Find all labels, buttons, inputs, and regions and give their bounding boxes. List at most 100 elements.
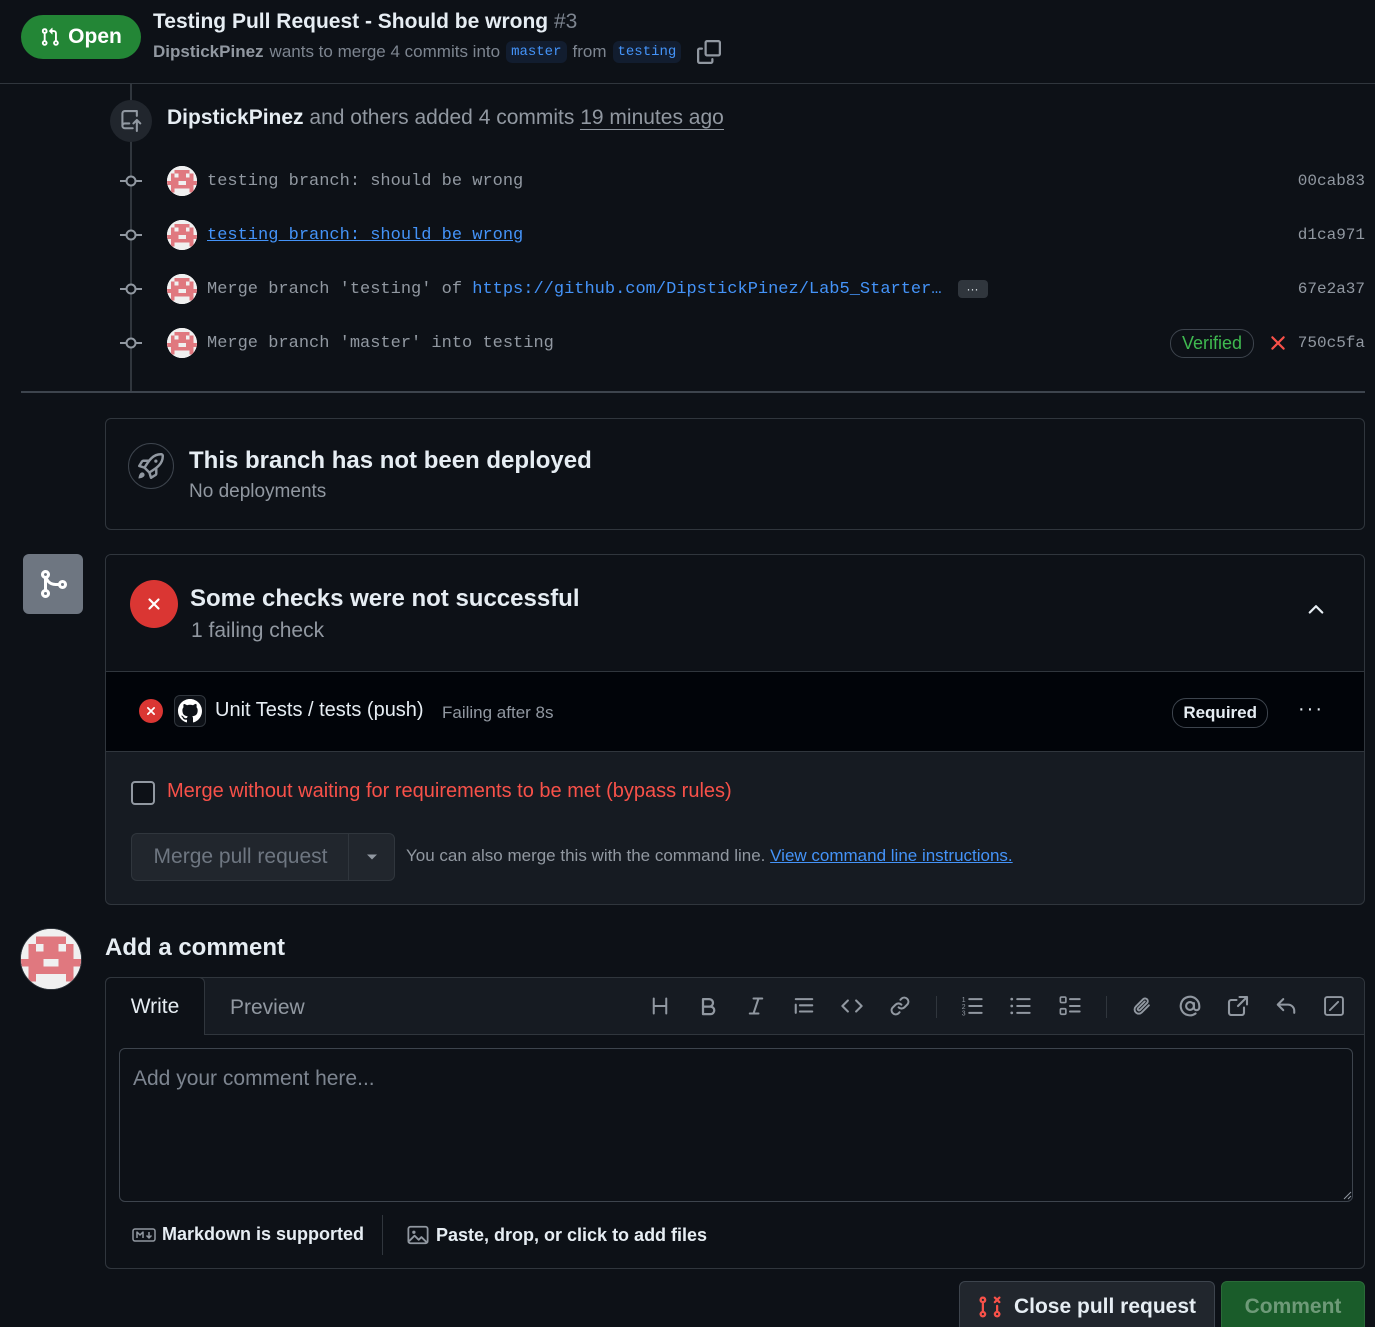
check-run-link[interactable]: Unit Tests / tests (push) bbox=[215, 699, 424, 722]
deploy-title: This branch has not been deployed bbox=[189, 447, 592, 474]
repo-push-icon bbox=[121, 110, 142, 132]
timeline-badge bbox=[110, 100, 152, 142]
command-line-note: You can also merge this with the command… bbox=[406, 846, 1013, 866]
commit-row: Merge branch 'master' into testing Verif… bbox=[115, 327, 1365, 359]
avatar[interactable] bbox=[167, 166, 197, 196]
merge-pull-request-button[interactable]: Merge pull request bbox=[131, 833, 349, 881]
files-note-label: Paste, drop, or click to add files bbox=[436, 1224, 708, 1245]
from-text: from bbox=[572, 42, 607, 61]
commit-message: Merge branch 'testing' of https://github… bbox=[207, 280, 942, 299]
tab-write[interactable]: Write bbox=[105, 977, 205, 1035]
quote-icon[interactable] bbox=[790, 992, 818, 1020]
bypass-rules-label[interactable]: Merge without waiting for requirements t… bbox=[167, 780, 732, 803]
git-commit-icon bbox=[115, 174, 147, 188]
kebab-horizontal-icon[interactable]: ··· bbox=[1298, 698, 1324, 721]
verified-badge[interactable]: Verified bbox=[1169, 328, 1254, 358]
svg-text:3: 3 bbox=[962, 1011, 966, 1017]
close-pull-request-button[interactable]: Close pull request bbox=[959, 1281, 1215, 1327]
fullscreen-icon[interactable] bbox=[1320, 992, 1348, 1020]
avatar[interactable] bbox=[167, 274, 197, 304]
commit-message-prefix[interactable]: Merge branch 'testing' of bbox=[207, 280, 462, 299]
link-icon[interactable] bbox=[886, 992, 914, 1020]
base-branch-link[interactable]: master bbox=[506, 41, 567, 63]
add-comment-heading: Add a comment bbox=[105, 934, 286, 961]
relative-time-link[interactable]: 19 minutes ago bbox=[580, 106, 724, 130]
commit-message[interactable]: testing branch: should be wrong bbox=[207, 172, 523, 191]
checks-summary[interactable]: Some checks were not successful 1 failin… bbox=[106, 555, 1364, 672]
reply-icon[interactable] bbox=[1272, 992, 1300, 1020]
pr-title: Testing Pull Request - Should be wrong #… bbox=[153, 10, 577, 34]
pr-subtitle: DipstickPinez wants to merge 4 commits i… bbox=[153, 40, 722, 64]
git-commit-icon bbox=[115, 228, 147, 242]
x-icon[interactable] bbox=[1269, 334, 1287, 352]
avatar[interactable] bbox=[167, 220, 197, 250]
check-run-status: Failing after 8s bbox=[442, 703, 554, 722]
chevron-up-icon[interactable] bbox=[1306, 600, 1326, 620]
image-icon bbox=[407, 1225, 429, 1245]
timeline-divider bbox=[21, 391, 1365, 393]
copy-icon[interactable] bbox=[697, 40, 722, 64]
deploy-subtitle: No deployments bbox=[189, 481, 327, 502]
markdown-note-label: Markdown is supported bbox=[162, 1224, 365, 1244]
rocket-icon bbox=[128, 443, 174, 489]
commit-sha-link[interactable]: 750c5fa bbox=[1298, 334, 1365, 352]
cli-text: You can also merge this with the command… bbox=[406, 846, 766, 865]
commit-message[interactable]: Merge branch 'master' into testing bbox=[207, 334, 554, 353]
paperclip-icon[interactable] bbox=[1128, 992, 1156, 1020]
commit-sha-link[interactable]: 00cab83 bbox=[1298, 172, 1365, 190]
required-badge: Required bbox=[1172, 698, 1268, 728]
editor-toolbar: Write Preview 123 bbox=[105, 977, 1364, 1035]
pr-title-text: Testing Pull Request - Should be wrong bbox=[153, 10, 549, 33]
commit-row: Merge branch 'testing' of https://github… bbox=[115, 273, 1365, 305]
pr-state-badge: Open bbox=[21, 15, 141, 59]
git-pull-request-icon bbox=[42, 27, 59, 46]
comment-button[interactable]: Comment bbox=[1221, 1281, 1365, 1327]
x-circle-icon bbox=[130, 580, 178, 628]
checks-title: Some checks were not successful bbox=[190, 585, 580, 612]
unordered-list-icon[interactable] bbox=[1006, 992, 1034, 1020]
heading-icon[interactable] bbox=[646, 992, 674, 1020]
mention-icon[interactable] bbox=[1176, 992, 1204, 1020]
commit-sha-link[interactable]: 67e2a37 bbox=[1298, 280, 1365, 298]
pr-author-link[interactable]: DipstickPinez bbox=[153, 42, 264, 62]
toolbar-divider bbox=[1106, 996, 1107, 1018]
triangle-down-icon bbox=[366, 854, 377, 860]
bold-icon[interactable] bbox=[694, 992, 722, 1020]
git-commit-icon bbox=[115, 336, 147, 350]
comment-form: Write Preview 123 Add your comment here.… bbox=[105, 977, 1365, 1269]
footer-divider bbox=[382, 1215, 383, 1255]
git-pull-request-closed-icon bbox=[979, 1296, 1001, 1318]
attach-files-button[interactable]: Paste, drop, or click to add files bbox=[406, 1224, 707, 1246]
comment-textarea[interactable] bbox=[119, 1048, 1353, 1202]
avatar[interactable] bbox=[167, 328, 197, 358]
commit-sha-link[interactable]: d1ca971 bbox=[1298, 226, 1365, 244]
cross-reference-icon[interactable] bbox=[1224, 992, 1252, 1020]
check-run-row: Unit Tests / tests (push) Failing after … bbox=[106, 672, 1364, 752]
markdown-note[interactable]: Markdown is supported bbox=[132, 1224, 364, 1245]
markdown-icon bbox=[132, 1227, 156, 1242]
github-icon bbox=[174, 695, 206, 727]
commit-action-text: and others added 4 commits bbox=[309, 106, 575, 129]
merge-panel: Some checks were not successful 1 failin… bbox=[105, 554, 1365, 905]
toolbar-divider bbox=[936, 996, 937, 1018]
tab-preview[interactable]: Preview bbox=[230, 996, 305, 1020]
expand-message-button[interactable]: ··· bbox=[957, 280, 988, 298]
bypass-rules-checkbox[interactable] bbox=[131, 781, 155, 805]
pr-state-label: Open bbox=[68, 25, 122, 48]
ordered-list-icon[interactable]: 123 bbox=[958, 992, 986, 1020]
commit-message-link[interactable]: testing branch: should be wrong bbox=[207, 226, 523, 245]
head-branch-link[interactable]: testing bbox=[612, 41, 682, 63]
commit-url-link[interactable]: https://github.com/DipstickPinez/Lab5_St… bbox=[472, 280, 941, 299]
merge-method-dropdown[interactable] bbox=[348, 833, 395, 881]
checks-subtitle: 1 failing check bbox=[191, 619, 325, 642]
cli-instructions-link[interactable]: View command line instructions. bbox=[770, 846, 1013, 865]
resize-handle-icon[interactable] bbox=[1342, 1190, 1352, 1200]
commit-author-link[interactable]: DipstickPinez bbox=[167, 106, 304, 129]
italic-icon[interactable] bbox=[742, 992, 770, 1020]
avatar[interactable] bbox=[20, 928, 82, 990]
task-list-icon[interactable] bbox=[1056, 992, 1084, 1020]
code-icon[interactable] bbox=[838, 992, 866, 1020]
commit-row: testing branch: should be wrong 00cab83 bbox=[115, 165, 1365, 197]
git-commit-icon bbox=[115, 282, 147, 296]
timeline-heading: DipstickPinez and others added 4 commits… bbox=[167, 106, 724, 130]
